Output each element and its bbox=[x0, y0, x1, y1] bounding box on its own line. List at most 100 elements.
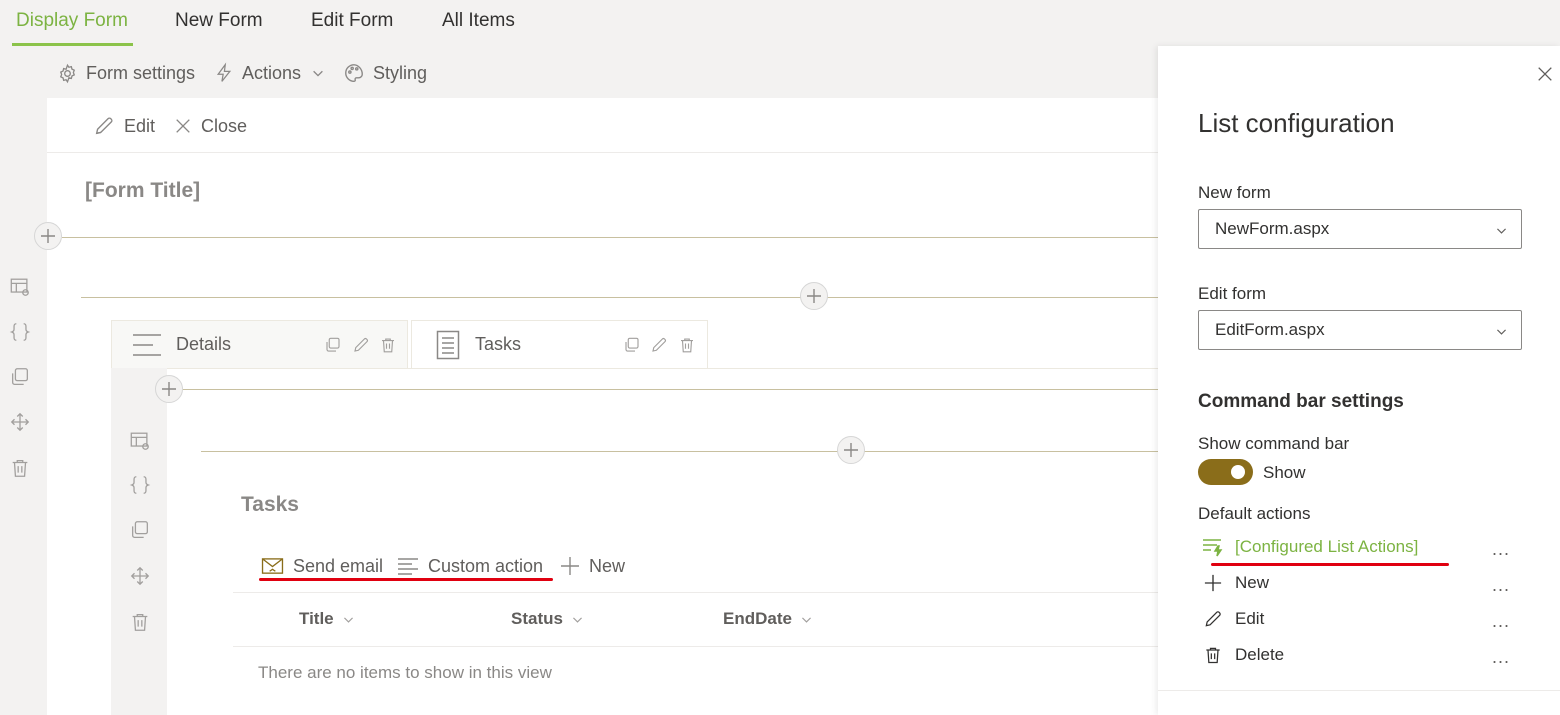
panel-title: List configuration bbox=[1198, 108, 1395, 138]
copy-icon[interactable] bbox=[9, 366, 31, 388]
tabs-border bbox=[111, 368, 1158, 369]
plus-icon bbox=[561, 557, 579, 575]
chevron-down-icon bbox=[801, 616, 811, 623]
new-form-dropdown[interactable]: NewForm.aspx bbox=[1198, 209, 1522, 249]
action-configured-list-actions[interactable]: [Configured List Actions] bbox=[1202, 534, 1522, 560]
column-enddate-label: EndDate bbox=[723, 609, 792, 628]
pencil-icon bbox=[1205, 611, 1221, 627]
action-new[interactable]: New bbox=[1202, 570, 1522, 596]
close-icon[interactable] bbox=[1536, 65, 1554, 83]
action-edit-label: Edit bbox=[1235, 609, 1265, 628]
document-list-icon bbox=[436, 330, 460, 359]
new-item-button[interactable]: New bbox=[560, 554, 625, 578]
section-divider bbox=[62, 237, 1158, 238]
trash-icon[interactable] bbox=[129, 611, 151, 633]
tab-edit-form[interactable]: Edit Form bbox=[311, 10, 393, 32]
pencil-icon[interactable] bbox=[352, 336, 370, 354]
plus-icon bbox=[162, 382, 176, 396]
action-delete[interactable]: Delete bbox=[1202, 642, 1522, 668]
plus-icon bbox=[844, 443, 858, 457]
trash-icon[interactable] bbox=[9, 457, 31, 479]
edit-label: Edit bbox=[124, 115, 156, 136]
chevron-down-icon bbox=[1497, 228, 1506, 234]
close-button[interactable]: Close bbox=[174, 114, 247, 138]
list-divider bbox=[233, 592, 1158, 593]
configured-list-actions-label: [Configured List Actions] bbox=[1235, 537, 1419, 556]
close-icon bbox=[176, 119, 190, 133]
chevron-down-icon bbox=[1497, 329, 1506, 335]
list-divider bbox=[233, 646, 1158, 647]
edit-button[interactable]: Edit bbox=[93, 114, 155, 138]
panel-footer-divider bbox=[1158, 690, 1560, 691]
column-status-label: Status bbox=[511, 609, 563, 628]
close-label: Close bbox=[201, 115, 248, 136]
column-title-label: Title bbox=[299, 609, 334, 628]
actions-button[interactable]: Actions bbox=[214, 61, 325, 85]
section-divider bbox=[201, 451, 1158, 452]
more-options-button[interactable]: ... bbox=[1492, 575, 1510, 596]
lightning-icon bbox=[216, 62, 232, 82]
gear-icon bbox=[59, 63, 76, 83]
tab-new-form[interactable]: New Form bbox=[175, 10, 263, 32]
copy-icon[interactable] bbox=[324, 336, 342, 354]
highlight-underline bbox=[1211, 563, 1449, 566]
send-email-label: Send email bbox=[293, 555, 384, 576]
action-new-label: New bbox=[1235, 573, 1270, 592]
new-form-value: NewForm.aspx bbox=[1215, 219, 1330, 238]
mail-icon bbox=[261, 557, 284, 574]
more-options-button[interactable]: ... bbox=[1492, 647, 1510, 668]
plus-icon bbox=[41, 229, 55, 243]
pencil-icon[interactable] bbox=[650, 336, 668, 354]
edit-form-dropdown[interactable]: EditForm.aspx bbox=[1198, 310, 1522, 350]
tab-tasks-label: Tasks bbox=[475, 334, 522, 354]
more-options-button[interactable]: ... bbox=[1492, 611, 1510, 632]
form-tabs-bar: Display Form New Form Edit Form All Item… bbox=[0, 0, 1560, 46]
form-title[interactable]: [Form Title] bbox=[85, 179, 200, 203]
move-icon[interactable] bbox=[129, 565, 151, 587]
palette-icon bbox=[345, 64, 363, 82]
copy-icon[interactable] bbox=[623, 336, 641, 354]
column-header-status[interactable]: Status bbox=[511, 609, 584, 629]
edit-form-value: EditForm.aspx bbox=[1215, 320, 1325, 339]
code-braces-icon[interactable] bbox=[129, 474, 151, 496]
toggle-knob bbox=[1231, 465, 1245, 479]
styling-label: Styling bbox=[373, 62, 428, 83]
move-icon[interactable] bbox=[9, 411, 31, 433]
chevron-down-icon bbox=[572, 616, 582, 623]
action-delete-label: Delete bbox=[1235, 645, 1285, 664]
add-row-button[interactable] bbox=[34, 222, 62, 250]
form-settings-label: Form settings bbox=[86, 62, 196, 83]
container-settings-icon[interactable] bbox=[9, 276, 31, 298]
active-tab-indicator bbox=[12, 43, 133, 46]
tab-tasks[interactable]: Tasks bbox=[411, 320, 708, 368]
plus-icon bbox=[807, 289, 821, 303]
tab-all-items[interactable]: All Items bbox=[442, 10, 515, 32]
custom-action-button[interactable]: Custom action bbox=[397, 554, 543, 578]
add-row-button[interactable] bbox=[155, 375, 183, 403]
more-options-button[interactable]: ... bbox=[1492, 539, 1510, 560]
column-header-enddate[interactable]: EndDate bbox=[723, 609, 813, 629]
column-header-title[interactable]: Title bbox=[299, 609, 355, 629]
action-edit[interactable]: Edit bbox=[1202, 606, 1522, 632]
chevron-down-icon bbox=[343, 616, 353, 623]
code-braces-icon[interactable] bbox=[9, 321, 31, 343]
default-actions-label: Default actions bbox=[1198, 504, 1311, 523]
empty-list-message: There are no items to show in this view bbox=[258, 663, 552, 682]
trash-icon bbox=[1206, 647, 1220, 664]
styling-button[interactable]: Styling bbox=[343, 61, 427, 85]
trash-icon[interactable] bbox=[379, 336, 397, 354]
add-row-button[interactable] bbox=[800, 282, 828, 310]
list-configuration-panel: List configuration New form NewForm.aspx… bbox=[1158, 46, 1560, 715]
tab-display-form[interactable]: Display Form bbox=[16, 10, 128, 32]
tab-details[interactable]: Details bbox=[111, 320, 408, 368]
send-email-button[interactable]: Send email bbox=[261, 554, 383, 578]
copy-icon[interactable] bbox=[129, 519, 151, 541]
section-divider bbox=[183, 389, 1158, 390]
trash-icon[interactable] bbox=[678, 336, 696, 354]
form-settings-button[interactable]: Form settings bbox=[57, 61, 195, 85]
show-command-bar-toggle[interactable] bbox=[1198, 459, 1253, 485]
chevron-down-icon bbox=[313, 70, 323, 77]
container-settings-icon[interactable] bbox=[129, 430, 151, 452]
new-form-label: New form bbox=[1198, 183, 1271, 202]
add-row-button[interactable] bbox=[837, 436, 865, 464]
